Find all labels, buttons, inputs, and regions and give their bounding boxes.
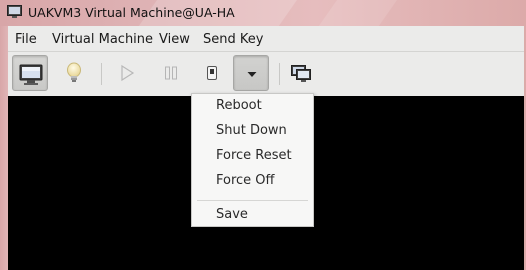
- pause-button[interactable]: [153, 55, 189, 91]
- menu-item-save[interactable]: Save: [192, 203, 313, 228]
- run-button[interactable]: [109, 55, 145, 91]
- power-switch-icon: [207, 66, 217, 80]
- menu-send-key[interactable]: Send Key: [203, 32, 263, 47]
- show-details-button[interactable]: [56, 55, 92, 91]
- menu-item-label: Save: [216, 207, 248, 222]
- menu-view[interactable]: View: [159, 32, 190, 47]
- menu-item-force-off[interactable]: Force Off: [192, 169, 313, 194]
- shutdown-button[interactable]: [194, 55, 230, 91]
- menu-item-reboot[interactable]: Reboot: [192, 94, 313, 119]
- lightbulb-icon: [67, 62, 81, 82]
- menu-file[interactable]: File: [15, 32, 37, 47]
- chevron-down-icon: [247, 72, 257, 77]
- monitor-app-icon: [7, 5, 22, 18]
- screens-icon: [291, 65, 311, 82]
- menu-bar: File Virtual Machine View Send Key: [8, 26, 524, 52]
- window-frame-left: [0, 26, 8, 270]
- menu-item-shut-down[interactable]: Shut Down: [192, 119, 313, 144]
- menu-item-label: Shut Down: [216, 123, 287, 138]
- monitor-icon: [19, 64, 43, 85]
- menu-item-label: Force Off: [216, 173, 275, 188]
- fullscreen-button[interactable]: [283, 55, 319, 91]
- toolbar: [8, 52, 524, 96]
- title-bar-glare: [308, 0, 412, 26]
- toolbar-separator: [279, 63, 280, 85]
- toolbar-separator: [101, 63, 102, 85]
- menu-item-force-reset[interactable]: Force Reset: [192, 144, 313, 169]
- show-console-button[interactable]: [12, 55, 48, 91]
- play-icon: [121, 64, 135, 82]
- menu-item-label: Force Reset: [216, 148, 292, 163]
- window-title: UAKVM3 Virtual Machine@UA-HA: [28, 5, 235, 20]
- shutdown-menu-button[interactable]: [233, 55, 269, 91]
- menu-divider: [197, 200, 308, 201]
- title-bar[interactable]: UAKVM3 Virtual Machine@UA-HA: [0, 0, 526, 26]
- pause-icon: [165, 66, 177, 80]
- shutdown-dropdown-menu: Reboot Shut Down Force Reset Force Off S…: [191, 93, 314, 227]
- menu-virtual-machine[interactable]: Virtual Machine: [52, 32, 153, 47]
- menu-item-label: Reboot: [216, 98, 262, 113]
